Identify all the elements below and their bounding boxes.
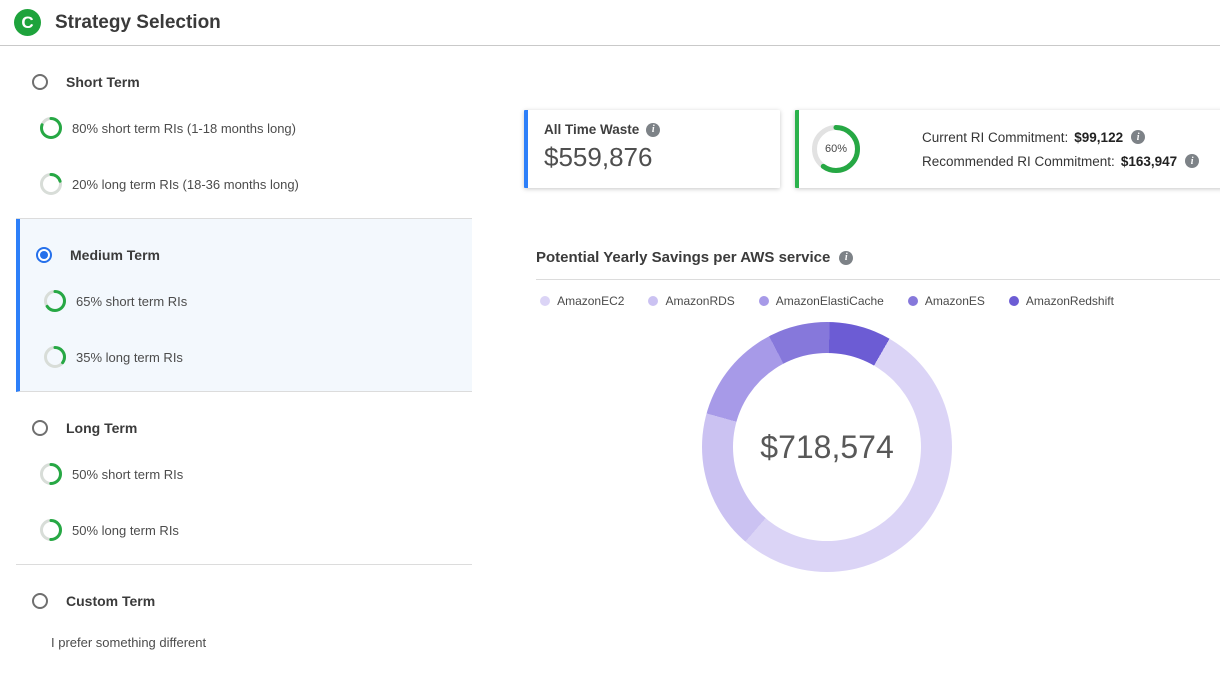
current-commitment-value: $99,122 <box>1074 130 1123 145</box>
allocation-item: 35% long term RIs <box>44 345 472 369</box>
info-icon[interactable]: i <box>1185 154 1199 168</box>
legend-dot-icon <box>540 296 550 306</box>
legend-item: AmazonRDS <box>648 294 734 308</box>
strategy-panel: Short Term 80% short term RIs (1-18 mont… <box>16 46 472 672</box>
radio-long-term[interactable] <box>32 420 48 436</box>
legend-dot-icon <box>908 296 918 306</box>
legend-label: AmazonEC2 <box>557 294 624 308</box>
commitment-lines: Current RI Commitment: $99,122 i Recomme… <box>922 130 1199 169</box>
recommended-commitment-label: Recommended RI Commitment: <box>922 154 1115 169</box>
recommended-commitment-line: Recommended RI Commitment: $163,947 i <box>922 154 1199 169</box>
radio-short-term[interactable] <box>32 74 48 90</box>
ri-commitment-card: 60% Current RI Commitment: $99,122 i Rec… <box>795 110 1220 188</box>
info-icon[interactable]: i <box>839 251 853 265</box>
page-title: Strategy Selection <box>55 12 221 34</box>
strategy-label: Short Term <box>66 74 140 90</box>
radio-medium-term[interactable] <box>36 247 52 263</box>
strategy-selection-page: C Strategy Selection Short Term 80% shor… <box>0 0 1220 691</box>
legend-dot-icon <box>1009 296 1019 306</box>
allocation-item: 80% short term RIs (1-18 months long) <box>40 116 472 140</box>
allocation-label: 50% long term RIs <box>72 523 179 538</box>
donut-hole: $718,574 <box>733 353 921 541</box>
legend-label: AmazonElastiCache <box>776 294 884 308</box>
strategy-section-long-term[interactable]: Long Term 50% short term RIs 50% long te… <box>16 392 472 565</box>
strategy-section-custom-term[interactable]: Custom Term I prefer something different <box>16 565 472 672</box>
current-commitment-label: Current RI Commitment: <box>922 130 1068 145</box>
allocation-ring-icon <box>44 346 66 368</box>
allocation-item: 20% long term RIs (18-36 months long) <box>40 172 472 196</box>
legend-item: AmazonEC2 <box>540 294 624 308</box>
allocation-label: 80% short term RIs (1-18 months long) <box>72 121 296 136</box>
strategy-head[interactable]: Short Term <box>32 74 472 90</box>
strategy-label: Custom Term <box>66 593 155 609</box>
commitment-gauge: 60% <box>812 125 860 173</box>
waste-value: $559,876 <box>544 142 764 173</box>
allocation-item: 65% short term RIs <box>44 289 472 313</box>
allocation-ring-icon <box>44 290 66 312</box>
waste-card-title: All Time Waste <box>544 122 639 137</box>
app-logo-icon: C <box>14 9 41 36</box>
chart-area: AmazonEC2 AmazonRDS AmazonElastiCache Amazo… <box>536 294 1118 572</box>
info-icon[interactable]: i <box>646 123 660 137</box>
allocation-ring-icon <box>40 173 62 195</box>
strategy-head[interactable]: Long Term <box>32 420 472 436</box>
allocation-item: 50% long term RIs <box>40 518 472 542</box>
strategy-label: Long Term <box>66 420 137 436</box>
all-time-waste-card: All Time Waste i $559,876 <box>524 110 780 188</box>
recommended-commitment-value: $163,947 <box>1121 154 1177 169</box>
legend-label: AmazonRDS <box>665 294 734 308</box>
legend-item: AmazonES <box>908 294 985 308</box>
gauge-percent-label: 60% <box>812 125 860 173</box>
allocation-label: 50% short term RIs <box>72 467 183 482</box>
legend-dot-icon <box>759 296 769 306</box>
strategy-head[interactable]: Custom Term <box>32 593 472 609</box>
allocation-ring-icon <box>40 117 62 139</box>
allocation-ring-icon <box>40 463 62 485</box>
allocation-label: 65% short term RIs <box>76 294 187 309</box>
page-header: C Strategy Selection <box>0 0 1220 46</box>
strategy-section-medium-term[interactable]: Medium Term 65% short term RIs 35% long … <box>16 219 472 392</box>
radio-custom-term[interactable] <box>32 593 48 609</box>
legend-item: AmazonRedshift <box>1009 294 1114 308</box>
strategy-head[interactable]: Medium Term <box>36 247 472 263</box>
savings-chart-section: Potential Yearly Savings per AWS service… <box>536 249 1220 572</box>
chart-title: Potential Yearly Savings per AWS service <box>536 249 830 266</box>
chart-title-row: Potential Yearly Savings per AWS service… <box>536 249 1220 280</box>
current-commitment-line: Current RI Commitment: $99,122 i <box>922 130 1199 145</box>
allocation-ring-icon <box>40 519 62 541</box>
legend-label: AmazonRedshift <box>1026 294 1114 308</box>
donut-chart: $718,574 <box>702 322 952 572</box>
allocation-label: 35% long term RIs <box>76 350 183 365</box>
info-icon[interactable]: i <box>1131 130 1145 144</box>
custom-term-description: I prefer something different <box>51 635 472 650</box>
legend-item: AmazonElastiCache <box>759 294 884 308</box>
legend-label: AmazonES <box>925 294 985 308</box>
strategy-section-short-term[interactable]: Short Term 80% short term RIs (1-18 mont… <box>16 46 472 219</box>
chart-legend: AmazonEC2 AmazonRDS AmazonElastiCache Amazo… <box>536 294 1118 308</box>
allocation-label: 20% long term RIs (18-36 months long) <box>72 177 299 192</box>
strategy-label: Medium Term <box>70 247 160 263</box>
donut-total: $718,574 <box>760 429 893 466</box>
legend-dot-icon <box>648 296 658 306</box>
allocation-item: 50% short term RIs <box>40 462 472 486</box>
